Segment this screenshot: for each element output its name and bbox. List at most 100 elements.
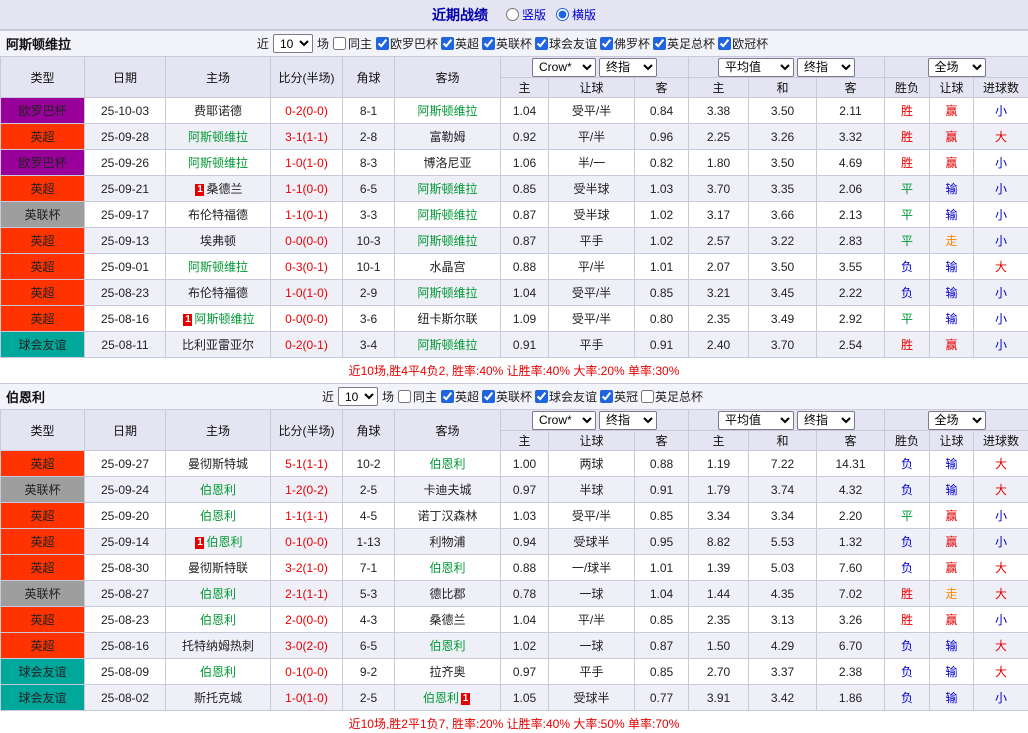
league-filter-label: 英超 (455, 35, 479, 52)
section-header: 伯恩利 近 10 场 同主 英超英联杯球会友谊英冠英足总杯 (0, 383, 1028, 409)
date-cell: 25-09-01 (85, 254, 166, 280)
league-filter[interactable]: 英超 (441, 35, 479, 52)
score-cell: 0-0(0-0) (271, 228, 343, 254)
team-link: 伯恩利 (429, 639, 465, 653)
league-filter[interactable]: 英足总杯 (653, 35, 715, 52)
league-filter-checkbox[interactable] (535, 37, 548, 50)
handicap-line-cell: 一/球半 (549, 555, 635, 581)
same-home-filter[interactable]: 同主 (398, 388, 437, 405)
result-cell: 胜 (885, 124, 930, 150)
league-filter[interactable]: 球会友谊 (535, 388, 597, 405)
handicap-away-odds-cell: 0.87 (635, 633, 689, 659)
team-link: 伯恩利 (200, 509, 236, 523)
handicap-away-odds-cell: 1.04 (635, 581, 689, 607)
corner-cell: 9-2 (343, 659, 395, 685)
goals-result-cell: 小 (974, 332, 1028, 358)
same-home-checkbox[interactable] (333, 37, 346, 50)
horizontal-layout-radio[interactable] (556, 8, 569, 21)
result-cell: 平 (885, 202, 930, 228)
league-filter[interactable]: 球会友谊 (535, 35, 597, 52)
same-home-checkbox[interactable] (398, 390, 411, 403)
euro-draw-odds-cell: 3.42 (749, 685, 817, 711)
handicap-result-cell: 输 (930, 280, 974, 306)
away-team-cell: 卡迪夫城 (395, 477, 501, 503)
home-team-cell: 阿斯顿维拉 (166, 150, 271, 176)
league-filter-label: 球会友谊 (549, 35, 597, 52)
date-cell: 25-08-23 (85, 607, 166, 633)
col-header-result: 胜负 (885, 431, 930, 451)
league-filter-checkbox[interactable] (641, 390, 654, 403)
league-filter-checkbox[interactable] (600, 390, 613, 403)
match-row: 英超25-09-27曼彻斯特城5-1(1-1)10-2伯恩利1.00两球0.88… (1, 451, 1028, 477)
horizontal-layout-option[interactable]: 横版 (556, 6, 596, 23)
team-link: 卡迪夫城 (423, 483, 471, 497)
league-filter-checkbox[interactable] (441, 37, 454, 50)
league-filter-checkbox[interactable] (535, 390, 548, 403)
bookmaker-select[interactable]: Crow* (532, 411, 596, 430)
bookmaker-select[interactable]: Crow* (532, 58, 596, 77)
league-filter-checkbox[interactable] (376, 37, 389, 50)
euro-draw-odds-cell: 3.50 (749, 254, 817, 280)
league-filter-checkbox[interactable] (482, 390, 495, 403)
away-team-cell: 阿斯顿维拉 (395, 228, 501, 254)
league-filter[interactable]: 佛罗杯 (600, 35, 650, 52)
handicap-home-odds-cell: 1.05 (501, 685, 549, 711)
match-count-select[interactable]: 10 (338, 387, 378, 406)
euro-away-odds-cell: 2.13 (817, 202, 885, 228)
corner-cell: 6-5 (343, 176, 395, 202)
handicap-result-cell: 赢 (930, 529, 974, 555)
vertical-layout-radio[interactable] (506, 8, 519, 21)
league-filter[interactable]: 英超 (441, 388, 479, 405)
team-link: 阿斯顿维拉 (417, 182, 477, 196)
team-link: 布伦特福德 (188, 208, 248, 222)
handicap-line-cell: 一球 (549, 581, 635, 607)
date-cell: 25-08-30 (85, 555, 166, 581)
league-filter-checkbox[interactable] (441, 390, 454, 403)
scope-select[interactable]: 全场 (928, 411, 986, 430)
league-filters: 英超英联杯球会友谊英冠英足总杯 (441, 388, 706, 405)
euro-index-select[interactable]: 终指 (797, 411, 855, 430)
home-team-cell: 费耶诺德 (166, 98, 271, 124)
col-header-home: 主场 (166, 410, 271, 451)
team-name: 阿斯顿维拉 (6, 34, 71, 53)
match-count-select[interactable]: 10 (273, 34, 313, 53)
handicap-line-cell: 平/半 (549, 124, 635, 150)
same-home-label: 同主 (413, 388, 437, 405)
date-cell: 25-08-11 (85, 332, 166, 358)
team-link: 阿斯顿维拉 (188, 260, 248, 274)
euro-away-odds-cell: 4.32 (817, 477, 885, 503)
league-filter-checkbox[interactable] (482, 37, 495, 50)
goals-result-cell: 小 (974, 503, 1028, 529)
league-filter-checkbox[interactable] (600, 37, 613, 50)
handicap-index-select[interactable]: 终指 (599, 58, 657, 77)
team-section-2: 伯恩利 近 10 场 同主 英超英联杯球会友谊英冠英足总杯 (0, 383, 1028, 733)
handicap-away-odds-cell: 0.91 (635, 332, 689, 358)
vertical-layout-option[interactable]: 竖版 (506, 6, 546, 23)
handicap-home-odds-cell: 1.04 (501, 280, 549, 306)
handicap-index-select[interactable]: 终指 (599, 411, 657, 430)
goals-result-cell: 小 (974, 202, 1028, 228)
euro-average-select[interactable]: 平均值 (718, 411, 794, 430)
league-filter-checkbox[interactable] (653, 37, 666, 50)
handicap-group-header: Crow*终指 (501, 410, 689, 431)
league-filter[interactable]: 英联杯 (482, 35, 532, 52)
euro-draw-odds-cell: 3.50 (749, 98, 817, 124)
league-filter[interactable]: 欧罗巴杯 (376, 35, 438, 52)
handicap-result-cell: 输 (930, 254, 974, 280)
euro-home-odds-cell: 3.38 (689, 98, 749, 124)
red-card-badge: 1 (195, 184, 204, 196)
league-filter[interactable]: 英联杯 (482, 388, 532, 405)
scope-select[interactable]: 全场 (928, 58, 986, 77)
league-filter[interactable]: 英冠 (600, 388, 638, 405)
euro-index-select[interactable]: 终指 (797, 58, 855, 77)
col-header-goals: 进球数 (974, 431, 1028, 451)
euro-average-select[interactable]: 平均值 (718, 58, 794, 77)
league-filter[interactable]: 英足总杯 (641, 388, 703, 405)
euro-home-odds-cell: 3.34 (689, 503, 749, 529)
handicap-home-odds-cell: 0.97 (501, 659, 549, 685)
red-card-badge: 1 (195, 537, 204, 549)
league-type-cell: 英超 (1, 280, 85, 306)
league-filter[interactable]: 欧冠杯 (718, 35, 768, 52)
same-home-filter[interactable]: 同主 (333, 35, 372, 52)
league-filter-checkbox[interactable] (718, 37, 731, 50)
